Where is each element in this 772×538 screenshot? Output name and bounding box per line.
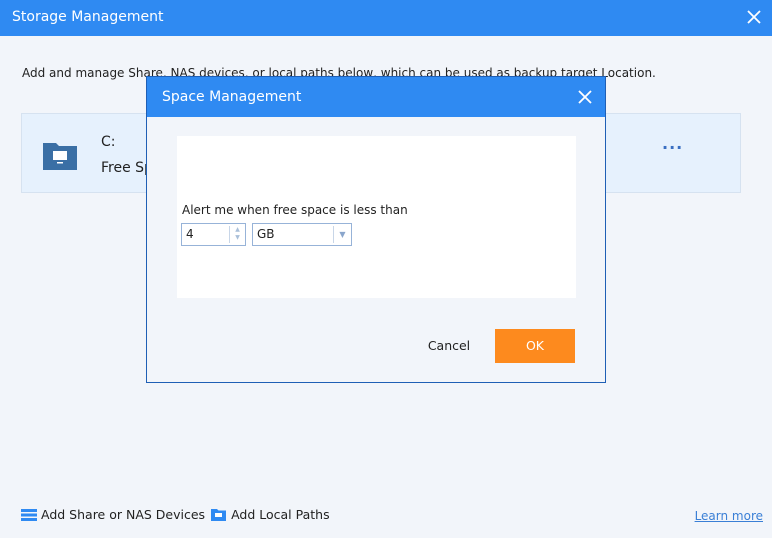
unit-value: GB <box>257 227 275 241</box>
space-management-dialog: Space Management Alert me when free spac… <box>146 76 606 383</box>
window-titlebar: Storage Management <box>0 0 772 36</box>
chevron-down-icon[interactable]: ▼ <box>333 226 351 243</box>
window-title: Storage Management <box>12 9 164 25</box>
decrement-icon[interactable]: ▼ <box>230 234 245 242</box>
more-options-button[interactable]: ··· <box>662 138 683 157</box>
add-share-nas-button[interactable]: Add Share or NAS Devices <box>41 507 205 522</box>
settings-panel: Alert me when free space is less than 4 … <box>177 136 576 298</box>
threshold-value: 4 <box>186 227 194 241</box>
increment-icon[interactable]: ▲ <box>230 226 245 234</box>
server-icon <box>21 508 37 521</box>
drive-label: C: <box>101 134 116 150</box>
learn-more-link[interactable]: Learn more <box>695 509 763 523</box>
dialog-title: Space Management <box>147 77 605 117</box>
add-local-paths-button[interactable]: Add Local Paths <box>231 507 330 522</box>
alert-label: Alert me when free space is less than <box>182 203 408 217</box>
close-icon[interactable] <box>575 87 595 107</box>
folder-icon <box>211 509 227 521</box>
local-folder-icon <box>43 143 77 170</box>
threshold-stepper[interactable]: 4 ▲ ▼ <box>181 223 246 246</box>
cancel-button[interactable]: Cancel <box>417 329 481 363</box>
close-icon[interactable] <box>744 7 764 27</box>
unit-select[interactable]: GB ▼ <box>252 223 352 246</box>
ok-button[interactable]: OK <box>495 329 575 363</box>
footer-actions: Add Share or NAS Devices Add Local Paths <box>21 507 330 522</box>
